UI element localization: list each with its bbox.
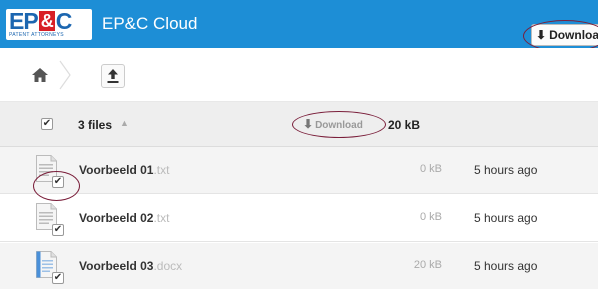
logo-subtitle: PATENT ATTORNEYS: [9, 32, 64, 38]
logo-text: EP & C: [9, 8, 72, 34]
file-modified: 5 hours ago: [474, 259, 538, 273]
row-checkbox[interactable]: ✔: [52, 224, 64, 236]
file-size: 0 kB: [419, 211, 442, 223]
app-title: EP&C Cloud: [102, 14, 198, 33]
selected-files-count: 3 files: [78, 118, 113, 132]
file-name[interactable]: Voorbeeld 02.txt: [79, 211, 169, 225]
highlight-ring-download-selected: [292, 111, 386, 138]
file-modified: 5 hours ago: [474, 163, 538, 177]
table-row[interactable]: ✔ Voorbeeld 03.docx 20 kB 5 hours ago: [0, 243, 598, 289]
breadcrumb-separator-icon: [59, 60, 71, 90]
file-size: 0 kB: [419, 163, 442, 175]
table-row[interactable]: ✔ Voorbeeld 02.txt 0 kB 5 hours ago: [0, 195, 598, 242]
upload-button[interactable]: [101, 64, 125, 88]
upload-icon: [107, 69, 119, 83]
highlight-ring-checkbox: [33, 171, 80, 201]
file-size: 20 kB: [413, 259, 442, 271]
table-row[interactable]: ✔ Voorbeeld 01.txt 0 kB 5 hours ago: [0, 147, 598, 194]
file-name[interactable]: Voorbeeld 03.docx: [79, 259, 182, 273]
sort-ascending-icon[interactable]: ▲: [120, 118, 129, 128]
file-extension: .txt: [153, 211, 170, 225]
home-icon[interactable]: [32, 68, 48, 82]
select-all-checkbox[interactable]: ✔: [41, 118, 53, 130]
breadcrumb: [0, 48, 598, 102]
company-logo[interactable]: EP & C PATENT ATTORNEYS: [6, 9, 92, 40]
top-header: EP & C PATENT ATTORNEYS EP&C Cloud ⬇ Downlo…: [0, 0, 598, 48]
row-checkbox[interactable]: ✔: [52, 272, 64, 284]
file-name[interactable]: Voorbeeld 01.txt: [79, 163, 169, 177]
file-modified: 5 hours ago: [474, 211, 538, 225]
selected-total-size: 20 kB: [388, 118, 421, 132]
file-extension: .docx: [153, 259, 183, 273]
file-extension: .txt: [153, 163, 170, 177]
